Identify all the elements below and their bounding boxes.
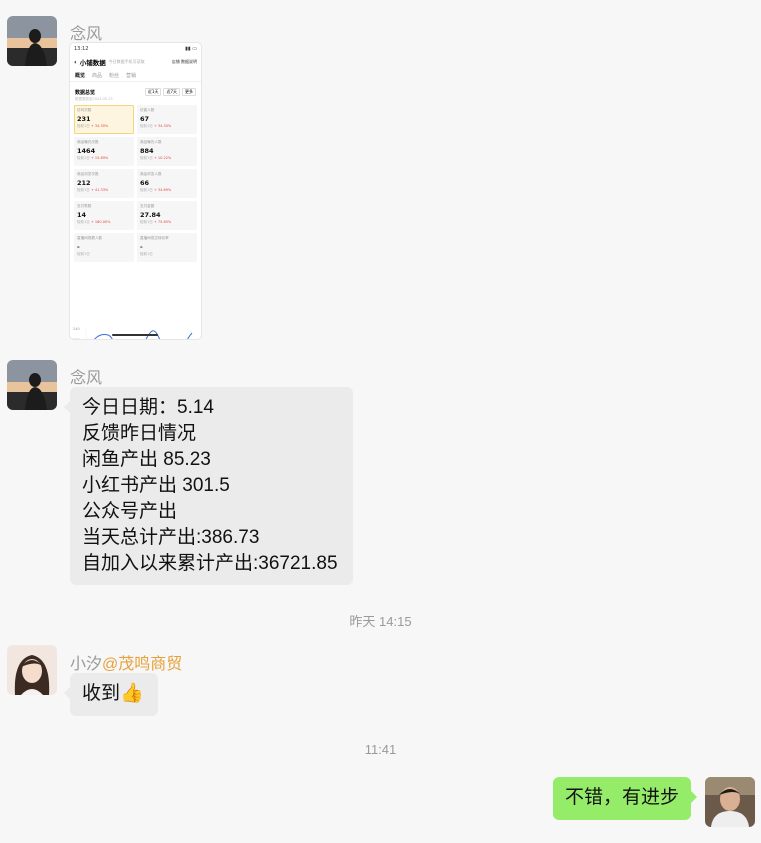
metric-label: 直播间观看人数 [77, 236, 103, 240]
sender-name: 念风 [70, 370, 103, 387]
metric-value: 66 [140, 179, 150, 187]
shot-metric-card: 支付笔数 14 较前1日 + 180.00% [74, 201, 134, 230]
metric-label: 商品曝光次数 [77, 140, 99, 144]
metric-label: 访问次数 [77, 108, 92, 112]
avatar-nianfeng[interactable] [7, 16, 57, 66]
message-line: 小红书产出 301.5 [82, 475, 230, 496]
metric-value: - [140, 243, 143, 251]
shot-tab: 商品 [92, 73, 103, 79]
message-line: 反馈昨日情况 [82, 423, 197, 444]
shot-tab: 营销 [126, 73, 137, 79]
metric-value: 1464 [77, 147, 96, 155]
metric-compare: 较前1日 + 10.22% [140, 156, 172, 160]
message-bubble[interactable]: 收到👍 [64, 673, 158, 716]
shot-update-note: 数据更新至2024.05.13 [75, 97, 113, 101]
shot-metric-card: 商品曝光次数 1464 较前1日 + 15.89% [74, 137, 134, 166]
metric-compare: 较前1日 + 15.89% [77, 156, 109, 160]
metric-value: 231 [77, 115, 91, 123]
shot-metric-card: 访客人数 67 较前1日 + 34.30% [137, 105, 197, 134]
message-text: 收到 [82, 683, 121, 704]
thumbs-up-icon: 👍 [120, 683, 144, 704]
metric-value: 27.84 [140, 211, 161, 219]
back-icon: ‹ [74, 58, 77, 66]
shot-metric-card: 直播间成交转化率 - 较前1日 [137, 233, 197, 262]
message-line: 自加入以来累计产出:36721.85 [82, 553, 338, 574]
metric-value: 884 [140, 147, 154, 155]
metric-label: 直播间成交转化率 [140, 236, 169, 240]
status-bar: 13:12 ▮▮ ▭ [70, 43, 201, 54]
shot-tab: 粉丝 [109, 73, 120, 79]
shot-metric-card: 商品浏览人数 66 较前1日 + 34.69% [137, 169, 197, 198]
metric-compare: 较前1日 [77, 252, 90, 256]
metric-label: 访客人数 [140, 108, 155, 112]
message-line: 闲鱼产出 85.23 [82, 449, 211, 470]
metric-compare: 较前1日 + 34.69% [140, 188, 172, 192]
metric-compare: 较前1日 + 41.33% [77, 188, 109, 192]
message-line: 今日日期：5.14 [82, 397, 214, 418]
shot-title: 小铺数据 [79, 59, 106, 67]
battery-icon: ▮▮ ▭ [185, 46, 197, 52]
metric-label: 商品浏览人数 [140, 172, 162, 176]
avatar-self[interactable] [705, 777, 755, 827]
shot-metric-card: 商品曝光人数 884 较前1日 + 10.22% [137, 137, 197, 166]
shot-section: 数据总览 近1天 近7天 更多 [70, 82, 201, 96]
metric-label: 支付金额 [140, 204, 155, 208]
shot-metric-card: 支付金额 27.84 较前1日 + 75.65% [137, 201, 197, 230]
shot-tab: 概览 [75, 73, 86, 79]
home-indicator [112, 334, 158, 336]
message-line: 公众号产出 [82, 501, 178, 522]
timestamp: 11:41 [364, 742, 397, 757]
metric-compare: 较前1日 + 75.65% [140, 220, 172, 224]
metric-compare: 较前1日 + 34.30% [140, 124, 172, 128]
message-text: 不错，有进步 [565, 787, 680, 808]
metric-value: 212 [77, 179, 91, 187]
message-bubble-self[interactable]: 不错，有进步 [553, 777, 697, 820]
metric-value: 67 [140, 115, 150, 123]
shot-line-chart: 240210180150120 [73, 327, 193, 339]
status-time: 13:12 [74, 46, 89, 52]
shot-tabs: 概览 商品 粉丝 营销 [70, 70, 201, 82]
chart-tick-label: 210 [73, 338, 80, 339]
metric-compare: 较前1日 + 180.00% [77, 220, 111, 224]
metric-value: - [77, 243, 80, 251]
sender-name-text: 小汐 [70, 656, 103, 673]
metric-label: 支付笔数 [77, 204, 92, 208]
shot-section-title: 数据总览 [75, 89, 96, 96]
shot-metric-card: 商品浏览次数 212 较前1日 + 41.33% [74, 169, 134, 198]
shot-range: 近1天 [144, 88, 162, 96]
metric-value: 14 [77, 211, 87, 219]
sender-name: 念风 [70, 26, 103, 43]
message-bubble[interactable]: 今日日期：5.14 反馈昨日情况 闲鱼产出 85.23 小红书产出 301.5 … [64, 387, 353, 585]
timestamp: 昨天 14:15 [349, 614, 412, 629]
shot-header: ‹ 小铺数据 今日数据手机可读取 店铺 数据说明 [70, 54, 201, 70]
shot-ranges: 近1天 近7天 更多 [144, 88, 196, 96]
shot-metric-grid: 访问次数 231 较前1日 + 34.30% 访客人数 67 较前1日 + 34.30% 商… [70, 105, 201, 262]
shot-metric-card: 直播间观看人数 - 较前1日 [74, 233, 134, 262]
shot-metric-card: 访问次数 231 较前1日 + 34.30% [74, 105, 134, 134]
chart-tick-label: 240 [73, 327, 80, 331]
metric-compare: 较前1日 + 34.30% [77, 124, 109, 128]
shot-subtitle: 今日数据手机可读取 [108, 59, 145, 64]
mention-tag[interactable]: @茂鸣商贸 [102, 656, 182, 673]
avatar-nianfeng[interactable] [7, 360, 57, 410]
sender-name: 小汐@茂鸣商贸 [70, 650, 182, 674]
shot-range: 更多 [182, 88, 196, 96]
metric-label: 商品曝光人数 [140, 140, 162, 144]
metric-label: 商品浏览次数 [77, 172, 99, 176]
shot-header-right: 店铺 数据说明 [171, 59, 197, 64]
shared-screenshot-image[interactable]: 13:12 ▮▮ ▭ ‹ 小铺数据 今日数据手机可读取 店铺 数据说明 概览 商… [70, 43, 201, 339]
shot-range: 近7天 [163, 88, 180, 96]
metric-compare: 较前1日 [140, 252, 153, 256]
avatar-xiaoxi[interactable] [7, 645, 57, 695]
message-line: 当天总计产出:386.73 [82, 527, 260, 548]
